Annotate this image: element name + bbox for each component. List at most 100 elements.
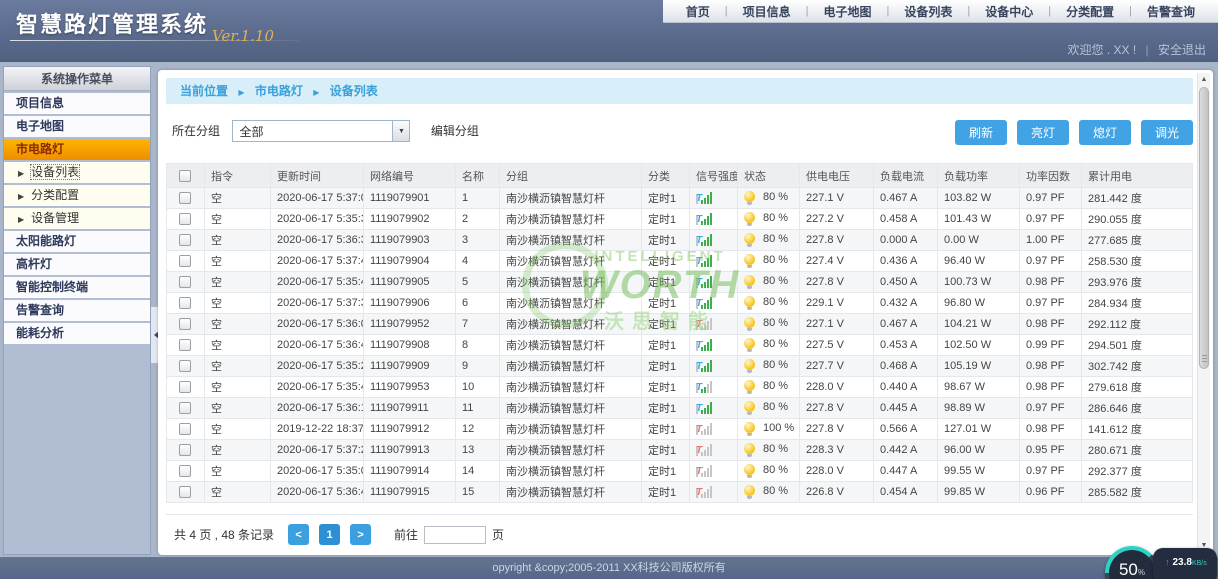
breadcrumb-part-2[interactable]: 设备列表 [330,84,378,98]
category-cell: 定时1 [642,356,690,377]
status-cell: 80 % [738,440,800,461]
device-table: 指令更新时间网络编号名称分组分类信号强度状态供电电压负载电流负载功率功率因数累计… [166,163,1193,503]
sidebar-item-label: 能耗分析 [16,326,64,340]
signal-bar [707,468,709,477]
signal-bar [704,324,706,330]
current-cell: 0.458 A [874,209,938,230]
bulb-icon [744,359,755,370]
signal-bar [707,237,709,246]
time-cell: 2020-06-17 5:36:03 [271,314,364,335]
next-page-button[interactable]: > [350,524,371,545]
signal-strength-icon: T [696,465,712,477]
vertical-scrollbar[interactable]: ▲ ▼ [1197,73,1210,552]
status-wrap: 80 % [744,212,788,224]
row-checkbox[interactable] [179,192,191,204]
breadcrumb-part-1[interactable]: 市电路灯 [255,84,303,98]
signal-strength-icon: T [696,213,712,225]
row-checkbox[interactable] [179,486,191,498]
sidebar-item-3[interactable]: 市电路灯 [4,139,150,160]
sidebar-item-label: 分类配置 [31,188,79,202]
row-checkbox[interactable] [179,360,191,372]
prev-page-button[interactable]: < [288,524,309,545]
energy-cell: 290.055 度 [1082,209,1193,230]
select-all-checkbox[interactable] [179,170,191,182]
row-checkbox[interactable] [179,423,191,435]
column-header-11: 负载功率 [938,164,1020,188]
pf-cell: 0.98 PF [1020,272,1082,293]
row-checkbox[interactable] [179,276,191,288]
sidebar-item-label: 项目信息 [16,96,64,110]
nav-item-2[interactable]: 项目信息 [728,3,806,20]
nav-item-3[interactable]: 电子地图 [808,3,886,20]
power-cell: 99.85 W [938,482,1020,503]
sidebar-item-9[interactable]: 智能控制终端 [4,277,150,298]
nav-item-7[interactable]: 告警查询 [1132,3,1210,20]
row-checkbox[interactable] [179,339,191,351]
signal-strength-icon: T [696,423,712,435]
row-checkbox[interactable] [179,213,191,225]
nav-item-1[interactable]: 首页 [671,3,725,20]
row-checkbox[interactable] [179,381,191,393]
row-checkbox[interactable] [179,297,191,309]
page-button-1[interactable]: 1 [319,524,340,545]
signal-bar [710,486,712,498]
nav-item-5[interactable]: 设备中心 [970,3,1048,20]
time-cell: 2020-06-17 5:37:45 [271,251,364,272]
signal-bar [707,384,709,393]
sidebar-item-6[interactable]: ▶设备管理 [4,208,150,229]
time-cell: 2020-06-17 5:35:39 [271,209,364,230]
signal-t-glyph: T [696,215,698,225]
sidebar-item-1[interactable]: 项目信息 [4,93,150,114]
sidebar-item-10[interactable]: 告警查询 [4,300,150,321]
chevron-down-icon[interactable]: ▼ [392,121,409,141]
bulb-icon [744,317,755,328]
pf-cell: 0.98 PF [1020,314,1082,335]
nav-item-4[interactable]: 设备列表 [889,3,967,20]
scrollbar-thumb[interactable] [1199,87,1209,369]
sidebar-item-4[interactable]: ▶设备列表 [4,162,150,183]
nav-item-6[interactable]: 分类配置 [1051,3,1129,20]
toolbar-button-4[interactable]: 调光 [1141,120,1193,145]
group-select[interactable]: 全部 ▼ [232,120,410,142]
logout-link[interactable]: 安全退出 [1158,43,1206,57]
edit-group-link[interactable]: 编辑分组 [431,120,479,142]
sidebar-item-5[interactable]: ▶分类配置 [4,185,150,206]
submenu-arrow-icon: ▶ [18,169,24,178]
status-cell: 80 % [738,209,800,230]
energy-cell: 292.377 度 [1082,461,1193,482]
sidebar-item-11[interactable]: 能耗分析 [4,323,150,344]
voltage-cell: 228.0 V [800,377,874,398]
app-version: Ver.1.10 [212,27,274,45]
toolbar-button-1[interactable]: 刷新 [955,120,1007,145]
status-cell: 80 % [738,482,800,503]
signal-bar [707,258,709,267]
goto-page-input[interactable] [424,526,486,544]
speed-overlay[interactable]: 50 % ↑23.8KB/s [1105,546,1217,579]
brightness-value: 80 % [763,380,788,392]
row-checkbox[interactable] [179,444,191,456]
toolbar-button-2[interactable]: 亮灯 [1017,120,1069,145]
status-wrap: 80 % [744,338,788,350]
signal-bar [707,363,709,372]
row-checkbox[interactable] [179,402,191,414]
row-checkbox[interactable] [179,318,191,330]
time-cell: 2020-06-17 5:35:09 [271,461,364,482]
net-id-cell: 1119079914 [364,461,456,482]
column-header-5: 分组 [500,164,642,188]
sidebar-item-2[interactable]: 电子地图 [4,116,150,137]
category-cell: 定时1 [642,440,690,461]
sidebar-item-8[interactable]: 高杆灯 [4,254,150,275]
row-checkbox[interactable] [179,234,191,246]
sidebar-item-label: 市电路灯 [16,142,64,156]
signal-bar [704,303,706,309]
row-checkbox[interactable] [179,465,191,477]
brightness-value: 80 % [763,485,788,497]
time-cell: 2020-06-17 5:36:19 [271,398,364,419]
column-header-8: 状态 [738,164,800,188]
scroll-up-icon[interactable]: ▲ [1198,76,1210,83]
toolbar-button-3[interactable]: 熄灯 [1079,120,1131,145]
signal-strength-icon: T [696,402,712,414]
cmd-cell: 空 [205,335,271,356]
row-checkbox[interactable] [179,255,191,267]
sidebar-item-7[interactable]: 太阳能路灯 [4,231,150,252]
